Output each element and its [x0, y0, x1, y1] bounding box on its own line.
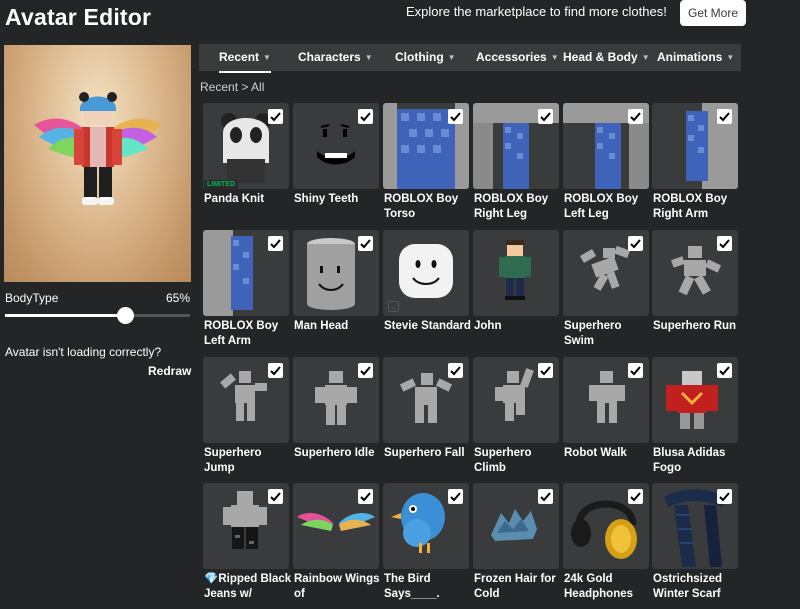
- checkbox-checked-icon: [448, 363, 463, 378]
- bodytype-slider-fill: [5, 314, 126, 317]
- chevron-down-icon: ▼: [726, 53, 735, 62]
- breadcrumb: Recent > All: [200, 80, 265, 94]
- avatar-figure: [34, 92, 162, 205]
- page-title: Avatar Editor: [5, 4, 152, 30]
- item-name: Superhero Climb: [474, 447, 532, 474]
- get-more-button[interactable]: Get More: [680, 0, 746, 26]
- head-white-icon: [383, 230, 469, 316]
- chevron-down-icon: ▼: [263, 53, 271, 62]
- checkbox-checked-icon: [628, 489, 643, 504]
- item-name: Frozen Hair for Cold: [474, 573, 556, 600]
- tab-label: Clothing: [395, 50, 444, 64]
- checkbox-checked-icon: [717, 363, 732, 378]
- checkbox-checked-icon: [358, 489, 373, 504]
- item-name: ROBLOX Boy Left Arm: [204, 320, 279, 347]
- bodytype-slider[interactable]: [5, 307, 190, 324]
- checkbox-checked-icon: [717, 489, 732, 504]
- checkbox-checked-icon: [717, 109, 732, 124]
- tab-accessories[interactable]: Accessories ▼: [476, 44, 559, 71]
- checkbox-checked-icon: [448, 489, 463, 504]
- bodytype-value: 65%: [166, 291, 191, 305]
- item-name: Ostrichsized Winter Scarf: [653, 573, 723, 600]
- checkbox-checked-icon: [628, 109, 643, 124]
- item-name: ROBLOX Boy Right Arm: [653, 193, 728, 220]
- item-name: Superhero Idle: [294, 447, 375, 459]
- tab-label: Characters: [298, 50, 361, 64]
- tab-animations[interactable]: Animations ▼: [657, 44, 734, 71]
- item-name: Man Head: [294, 320, 349, 332]
- marketplace-promo-text: Explore the marketplace to find more clo…: [406, 4, 667, 19]
- bodytype-label: BodyType: [5, 291, 59, 305]
- loading-issue-text: Avatar isn't loading correctly?: [5, 345, 162, 359]
- checkbox-checked-icon: [268, 236, 283, 251]
- tab-label: Head & Body: [563, 50, 638, 64]
- tab-characters[interactable]: Characters ▼: [298, 44, 373, 71]
- checkbox-checked-icon: [448, 109, 463, 124]
- item-name: Shiny Teeth: [294, 193, 359, 205]
- checkbox-checked-icon: [628, 236, 643, 251]
- tab-label: Recent: [219, 50, 260, 64]
- checkbox-checked-icon: [268, 489, 283, 504]
- item-name: ROBLOX Boy Torso: [384, 193, 459, 220]
- item-name: 24k Gold Headphones: [564, 573, 634, 600]
- checkbox-checked-icon: [358, 236, 373, 251]
- checkbox-checked-icon: [628, 363, 643, 378]
- chevron-down-icon: ▼: [447, 53, 456, 62]
- checkbox-checked-icon: [358, 363, 373, 378]
- redraw-link[interactable]: Redraw: [148, 364, 191, 378]
- category-nav: Recent ▼ Characters ▼ Clothing ▼ Accessorie…: [199, 44, 741, 73]
- item-name: Superhero Fall: [384, 447, 465, 459]
- chevron-down-icon: ▼: [550, 53, 559, 62]
- checkbox-checked-icon: [538, 489, 553, 504]
- item-name: ROBLOX Boy Right Leg: [474, 193, 549, 220]
- item-name: The Bird Says____.: [384, 573, 440, 600]
- bodytype-slider-thumb[interactable]: [117, 307, 135, 324]
- checkbox-checked-icon: [538, 363, 553, 378]
- item-name: Panda Knit: [204, 193, 265, 205]
- item-name: 💎Ripped Black Jeans w/: [204, 573, 292, 600]
- bundle-icon: [388, 301, 399, 312]
- checkbox-checked-icon: [268, 363, 283, 378]
- item-name: ROBLOX Boy Left Leg: [564, 193, 639, 220]
- tab-clothing[interactable]: Clothing ▼: [395, 44, 456, 71]
- tab-label: Animations: [657, 50, 723, 64]
- checkbox-checked-icon: [268, 109, 283, 124]
- tab-head-body[interactable]: Head & Body ▼: [563, 44, 650, 71]
- item-name: Rainbow Wings of: [294, 573, 380, 600]
- item-name: John: [474, 320, 502, 332]
- chevron-down-icon: ▼: [364, 53, 373, 62]
- checkbox-checked-icon: [538, 109, 553, 124]
- item-name: Superhero Swim: [564, 320, 622, 347]
- item-name: Blusa Adidas Fogo: [653, 447, 726, 474]
- checkbox-checked-icon: [358, 109, 373, 124]
- item-name: Superhero Jump: [204, 447, 262, 474]
- character-icon: [473, 230, 559, 316]
- checkbox-checked-icon: [717, 236, 732, 251]
- tab-label: Accessories: [476, 50, 547, 64]
- limited-badge: LIMITED: [204, 180, 238, 189]
- chevron-down-icon: ▼: [641, 53, 650, 62]
- item-name: Stevie Standard: [384, 320, 471, 332]
- tab-recent[interactable]: Recent ▼: [219, 44, 271, 73]
- avatar-preview: 3D: [4, 45, 191, 282]
- item-name: Robot Walk: [564, 447, 627, 459]
- item-name: Superhero Run: [653, 320, 737, 332]
